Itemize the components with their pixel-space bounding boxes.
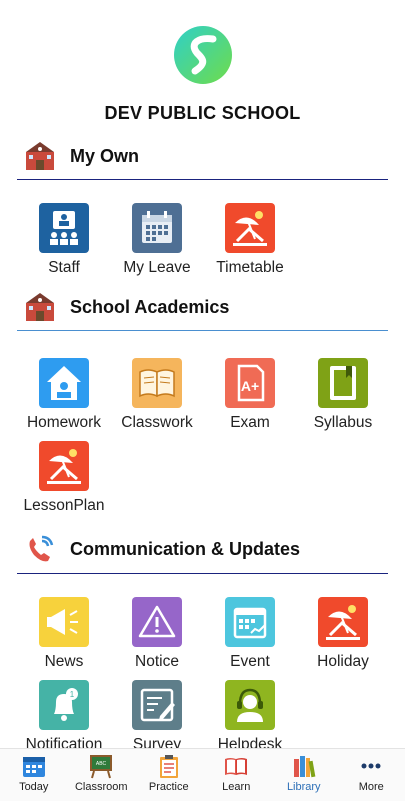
grade-paper-icon: A+ <box>225 358 275 408</box>
section-divider <box>17 330 388 331</box>
beach-chair-icon <box>225 203 275 253</box>
open-book-icon <box>132 358 182 408</box>
tile-event[interactable]: Event <box>204 597 296 671</box>
home-study-icon <box>39 358 89 408</box>
tile-label: Timetable <box>204 259 296 277</box>
nav-learn[interactable]: Learn <box>203 749 271 801</box>
nav-label: Library <box>270 781 338 793</box>
section-title: Communication & Updates <box>70 539 300 560</box>
tile-news[interactable]: News <box>18 597 110 671</box>
svg-text:A+: A+ <box>241 378 259 394</box>
tile-my-leave[interactable]: My Leave <box>111 203 203 277</box>
more-dots-icon <box>358 753 384 779</box>
nav-classroom[interactable]: ABC Classroom <box>68 749 136 801</box>
event-calendar-icon <box>225 597 275 647</box>
nav-library[interactable]: Library <box>270 749 338 801</box>
tile-timetable[interactable]: Timetable <box>204 203 296 277</box>
tile-label: News <box>18 653 110 671</box>
tile-label: Classwork <box>111 414 203 432</box>
tile-classwork[interactable]: Classwork <box>111 358 203 432</box>
chalkboard-icon: ABC <box>88 753 114 779</box>
bottom-nav: Today ABC Classroom Practice Learn Libra… <box>0 748 405 801</box>
tile-label: Exam <box>204 414 296 432</box>
warning-icon <box>132 597 182 647</box>
books-icon <box>291 753 317 779</box>
tile-survey[interactable]: Survey <box>111 680 203 754</box>
book-icon <box>318 358 368 408</box>
section-divider <box>17 179 388 180</box>
tile-label: Notice <box>111 653 203 671</box>
tile-label: Holiday <box>297 653 389 671</box>
nav-practice[interactable]: Practice <box>135 749 203 801</box>
megaphone-icon <box>39 597 89 647</box>
nav-label: Learn <box>203 781 271 793</box>
nav-label: Practice <box>135 781 203 793</box>
svg-text:ABC: ABC <box>96 761 107 767</box>
tile-helpdesk[interactable]: Helpdesk <box>204 680 296 754</box>
staff-icon <box>39 203 89 253</box>
open-book-icon <box>223 753 249 779</box>
tile-lessonplan[interactable]: LessonPlan <box>18 441 110 515</box>
calendar-icon <box>132 203 182 253</box>
section-title: School Academics <box>70 297 229 318</box>
svg-text:1: 1 <box>70 690 75 699</box>
section-communication-header: Communication & Updates <box>24 533 300 565</box>
nav-today[interactable]: Today <box>0 749 68 801</box>
nav-label: Today <box>0 781 68 793</box>
school-name: DEV PUBLIC SCHOOL <box>0 103 405 124</box>
section-school-academics-header: School Academics <box>24 291 229 323</box>
section-title: My Own <box>70 146 139 167</box>
tile-exam[interactable]: A+ Exam <box>204 358 296 432</box>
school-building-icon <box>24 291 56 323</box>
tile-staff[interactable]: Staff <box>18 203 110 277</box>
tile-label: My Leave <box>111 259 203 277</box>
tile-label: LessonPlan <box>18 497 110 515</box>
calendar-icon <box>21 753 47 779</box>
section-my-own-header: My Own <box>24 140 139 172</box>
tile-label: Syllabus <box>297 414 389 432</box>
app-logo-icon <box>173 25 233 85</box>
tile-notification[interactable]: 1 Notification <box>18 680 110 754</box>
clipboard-icon <box>156 753 182 779</box>
bell-icon: 1 <box>39 680 89 730</box>
headset-icon <box>225 680 275 730</box>
school-building-icon <box>24 140 56 172</box>
tile-label: Staff <box>18 259 110 277</box>
nav-label: More <box>338 781 405 793</box>
beach-chair-icon <box>318 597 368 647</box>
telephone-icon <box>24 533 56 565</box>
tile-label: Homework <box>18 414 110 432</box>
beach-chair-icon <box>39 441 89 491</box>
tile-homework[interactable]: Homework <box>18 358 110 432</box>
survey-icon <box>132 680 182 730</box>
tile-notice[interactable]: Notice <box>111 597 203 671</box>
tile-label: Event <box>204 653 296 671</box>
nav-more[interactable]: More <box>338 749 405 801</box>
tile-syllabus[interactable]: Syllabus <box>297 358 389 432</box>
section-divider <box>17 573 388 574</box>
tile-holiday[interactable]: Holiday <box>297 597 389 671</box>
nav-label: Classroom <box>68 781 136 793</box>
